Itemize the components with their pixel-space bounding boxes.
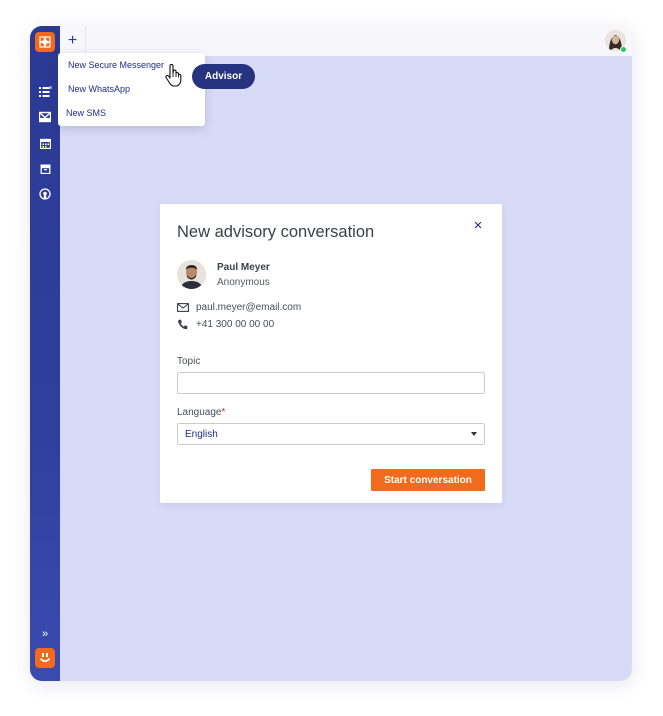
online-status-dot [620,46,627,53]
contact-status: Anonymous [217,277,270,288]
required-marker: * [221,407,226,418]
hand-pointer-icon [164,63,184,88]
topic-label: Topic [177,356,201,367]
smiley-icon [39,653,51,663]
dialog-title: New advisory conversation [177,223,375,241]
app-window: » + New Secure Messenger New WhatsApp Ne… [30,26,632,681]
topic-input[interactable] [177,372,485,394]
broadcast-icon[interactable] [38,187,52,201]
menu-item-sms[interactable]: New SMS [66,108,106,118]
contact-phone: +41 300 00 00 00 [196,319,275,330]
language-label: Language [177,407,222,418]
list-icon[interactable] [38,85,52,99]
expand-sidebar-button[interactable]: » [39,628,51,640]
app-logo[interactable] [35,32,55,52]
email-row: paul.meyer@email.com [177,302,301,313]
archive-icon[interactable] [38,162,52,176]
language-select[interactable]: English [177,423,485,445]
contact-avatar [177,260,206,289]
close-button[interactable]: × [471,218,485,233]
sidebar: » [30,26,60,681]
chevron-down-icon [471,432,477,436]
menu-item-whatsapp[interactable]: New WhatsApp [68,84,130,94]
language-selected-value: English [185,428,218,440]
phone-row: +41 300 00 00 00 [177,319,274,330]
logo-icon [39,36,51,48]
start-conversation-button[interactable]: Start conversation [371,469,485,491]
top-bar [60,26,632,56]
mail-icon [177,303,189,312]
bot-button[interactable] [35,648,55,668]
new-conversation-dialog: New advisory conversation × Paul Meyer A… [160,204,502,503]
calendar-icon[interactable] [38,136,52,150]
contact-avatar-icon [177,260,206,289]
phone-icon [178,319,188,330]
contact-email: paul.meyer@email.com [196,302,302,313]
contact-name: Paul Meyer [217,262,270,273]
language-label-row: Language* [177,407,225,418]
advisor-badge[interactable]: Advisor [192,64,255,89]
inbox-icon[interactable] [38,110,52,124]
new-conversation-tab[interactable]: + [60,26,86,56]
menu-item-secure-messenger[interactable]: New Secure Messenger [68,60,164,70]
